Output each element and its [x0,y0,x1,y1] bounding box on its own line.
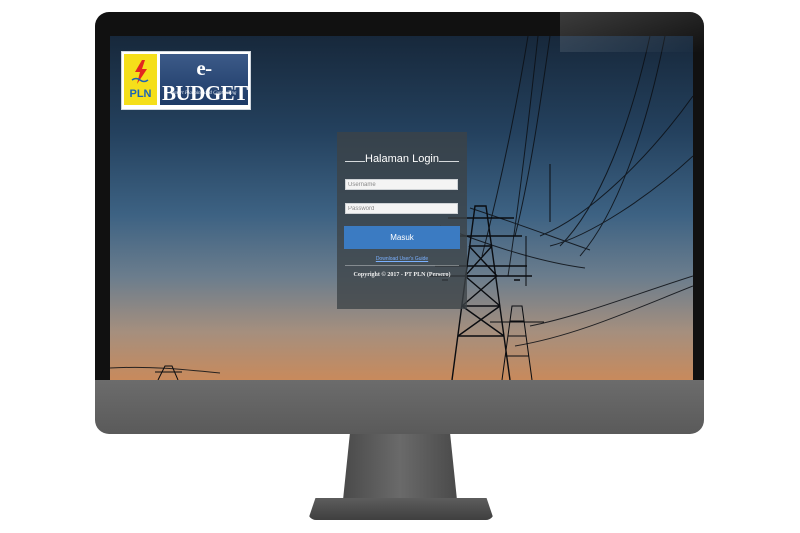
panel-divider [345,265,459,266]
login-title: Halaman Login [365,153,439,165]
monitor-stand-base [308,498,494,520]
ebudget-brand-block: e-BUDGET Smart Planning and Controlling [160,54,248,105]
login-panel: Halaman Login Masuk Download User's Guid… [337,132,467,309]
download-user-guide-link[interactable]: Download User's Guide [337,256,467,262]
ebudget-logo: PLN e-BUDGET Smart Planning and Controll… [121,51,251,110]
app-title: e-BUDGET [162,56,248,105]
title-rule-right [439,161,459,162]
username-input[interactable] [345,179,458,190]
password-input[interactable] [345,203,458,214]
pln-logo-text: PLN [129,88,152,100]
monitor-chin [95,380,704,434]
app-tagline: Smart Planning and Controlling [171,91,237,96]
login-screen: PLN e-BUDGET Smart Planning and Controll… [110,36,693,380]
login-submit-button[interactable]: Masuk [344,226,460,249]
monitor-stand-neck [343,434,457,500]
login-title-row: Halaman Login [345,153,459,169]
lightning-bolt-icon [131,60,149,84]
copyright-text: Copyright © 2017 - PT PLN (Persero) [353,272,451,278]
pln-logo-mark: PLN [124,54,157,105]
